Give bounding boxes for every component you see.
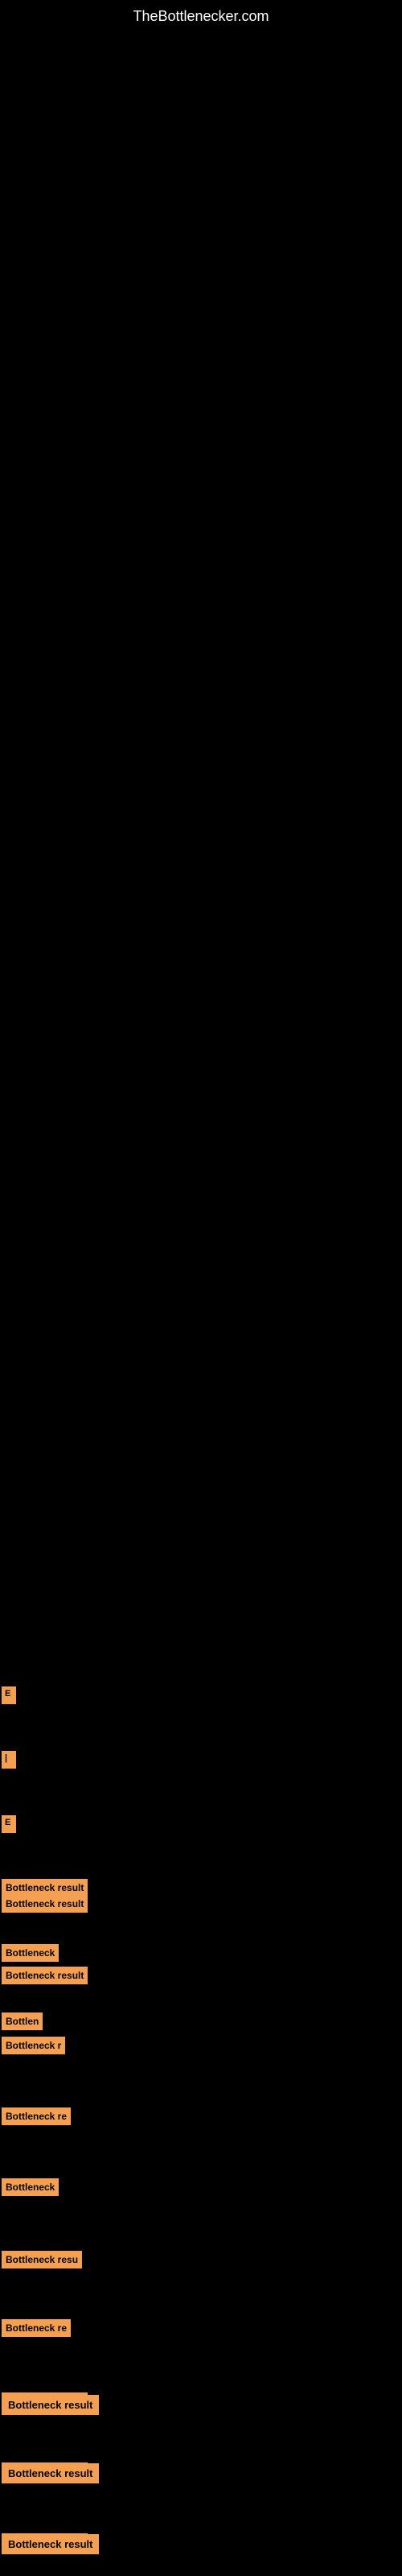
bottleneck-item-f2: Bottleneck result [2,1967,88,1984]
bottleneck-row-1: Bottleneck result [2,2395,99,2415]
bottleneck-item-8: Bottleneck re [2,2107,71,2125]
bottleneck-item-9: Bottleneck [2,2178,59,2196]
chart-area [0,24,402,1755]
bottleneck-item-7: Bottleneck r [2,2037,65,2054]
partial-item-1: E [2,1686,16,1704]
bottleneck-item-f1: Bottleneck result [2,1895,88,1913]
bottleneck-row-3: Bottleneck result [2,2534,99,2554]
bottleneck-item-6: Bottlen [2,2013,43,2030]
partial-item-3: E [2,1815,16,1833]
bottleneck-row-2: Bottleneck result [2,2463,99,2483]
bottleneck-item-11: Bottleneck re [2,2319,71,2337]
partial-item-2: | [2,1751,16,1769]
bottleneck-item-5: Bottleneck [2,1944,59,1962]
bottleneck-item-10: Bottleneck resu [2,2251,82,2268]
bottleneck-item-4: Bottleneck result [2,1879,88,1897]
